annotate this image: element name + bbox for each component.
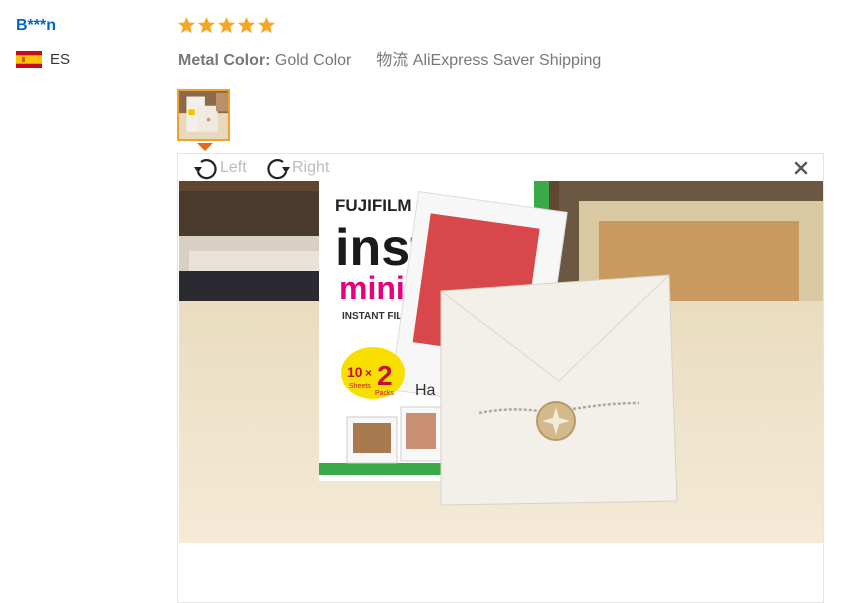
shipping-value: AliExpress Saver Shipping <box>412 52 602 69</box>
review-photo-thumbnail[interactable] <box>177 89 230 141</box>
photo-viewer: Left Right FUJIFILM instax mini INSTANT … <box>177 153 824 603</box>
star-rating <box>177 16 276 35</box>
rotate-left-icon <box>194 159 217 180</box>
viewer-toolbar: Left Right <box>178 154 823 182</box>
rotate-right-label: Right <box>292 159 330 176</box>
rotate-left-button[interactable]: Left <box>192 154 247 182</box>
rotate-left-label: Left <box>220 159 247 176</box>
box-card-text: Ha <box>415 382 436 399</box>
reviewer-name[interactable]: B***n <box>16 17 56 35</box>
star-icon <box>197 16 216 34</box>
close-icon[interactable] <box>793 160 809 176</box>
reviewer-country: ES <box>16 51 70 68</box>
star-icon <box>237 16 256 34</box>
metal-color-label: Metal Color: <box>178 52 271 69</box>
pack-multiply: × <box>365 366 372 380</box>
star-icon <box>217 16 236 34</box>
metal-color-value: Gold Color <box>274 52 352 69</box>
rotate-right-button[interactable]: Right <box>264 154 329 182</box>
order-attributes: Metal Color: Gold Color 物流 AliExpress Sa… <box>178 46 601 70</box>
thumbnail-selected-indicator <box>197 143 213 151</box>
country-code: ES <box>50 51 71 68</box>
star-icon <box>177 16 196 34</box>
shipping-label: 物流 <box>376 52 409 69</box>
pack-packs-label: Packs <box>375 390 395 397</box>
pack-two: 2 <box>377 360 393 391</box>
review-photo: FUJIFILM instax mini INSTANT FILM 10 × 2… <box>179 181 823 543</box>
rotate-right-icon <box>267 159 290 180</box>
pack-count: 10 <box>347 364 363 380</box>
review-photo-image: FUJIFILM instax mini INSTANT FILM 10 × 2… <box>179 181 823 543</box>
spain-flag-icon <box>16 51 42 68</box>
box-product-sub-text: mini <box>339 270 405 306</box>
thumbnail-image <box>179 91 228 139</box>
box-brand-text: FUJIFILM <box>335 196 412 215</box>
star-icon <box>257 16 276 34</box>
pack-sheets-label: Sheets <box>349 383 371 390</box>
